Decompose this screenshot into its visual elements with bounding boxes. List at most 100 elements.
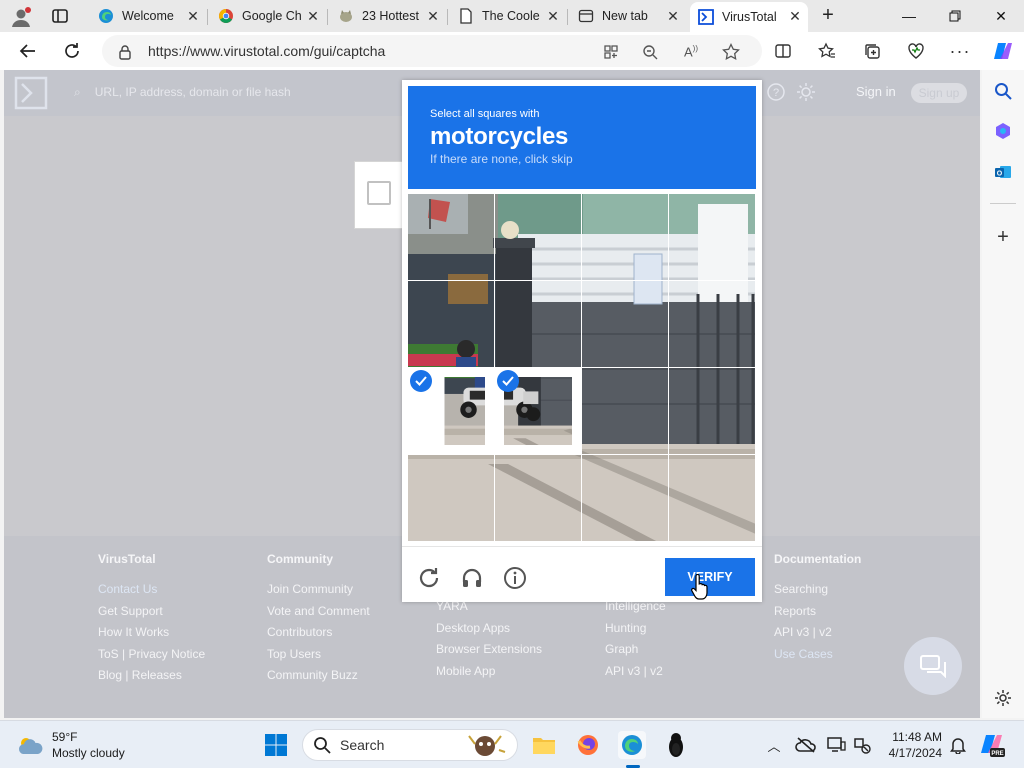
footer-link[interactable]: API v3 | v2 bbox=[605, 661, 666, 683]
footer-link[interactable]: API v3 | v2 bbox=[774, 622, 861, 644]
close-tab-icon[interactable]: ✕ bbox=[788, 9, 802, 23]
audio-challenge-icon[interactable] bbox=[459, 565, 485, 591]
close-tab-icon[interactable]: ✕ bbox=[546, 9, 560, 23]
reload-icon[interactable] bbox=[416, 565, 442, 591]
favorite-star-icon[interactable] bbox=[720, 41, 742, 63]
refresh-button[interactable] bbox=[57, 36, 87, 66]
show-hidden-icons-chevron-up-icon[interactable]: ︿ bbox=[760, 731, 788, 759]
footer-link[interactable]: Community Buzz bbox=[267, 665, 370, 687]
more-options-icon[interactable]: ··· bbox=[945, 36, 975, 66]
captcha-tile[interactable] bbox=[495, 281, 581, 367]
footer-link[interactable]: Blog | Releases bbox=[98, 665, 205, 687]
captcha-tile[interactable] bbox=[495, 194, 581, 280]
chat-button[interactable] bbox=[904, 637, 962, 695]
footer-link[interactable]: Hunting bbox=[605, 618, 666, 640]
captcha-tile[interactable] bbox=[669, 368, 755, 454]
onedrive-offline-icon[interactable] bbox=[792, 731, 820, 759]
captcha-tile[interactable] bbox=[582, 455, 668, 541]
system-clock[interactable]: 11:48 AM 4/17/2024 bbox=[880, 729, 942, 761]
file-explorer-icon[interactable] bbox=[530, 731, 558, 759]
tab-new-tab[interactable]: New tab ✕ bbox=[570, 2, 686, 30]
close-tab-icon[interactable]: ✕ bbox=[306, 9, 320, 23]
footer-link[interactable]: ToS | Privacy Notice bbox=[98, 644, 205, 666]
collections-icon[interactable] bbox=[857, 36, 887, 66]
footer-link[interactable]: Vote and Comment bbox=[267, 601, 370, 623]
windows-taskbar: 59°F Mostly cloudy Search ︿ 11:48 AM 4/1… bbox=[0, 720, 1024, 768]
captcha-checkbox[interactable] bbox=[367, 181, 391, 205]
captcha-tile[interactable] bbox=[669, 194, 755, 280]
footer-link[interactable]: Searching bbox=[774, 579, 861, 601]
footer-link[interactable]: Reports bbox=[774, 601, 861, 623]
help-icon[interactable]: ? bbox=[766, 82, 786, 102]
captcha-tile[interactable] bbox=[408, 455, 494, 541]
tab-actions-icon[interactable] bbox=[50, 7, 70, 25]
copilot-icon[interactable] bbox=[988, 36, 1018, 66]
tab-23-hottest[interactable]: 23 Hottest ✕ bbox=[330, 2, 446, 30]
captcha-tile[interactable] bbox=[495, 368, 581, 454]
footer-link[interactable]: Contributors bbox=[267, 622, 370, 644]
back-button[interactable] bbox=[13, 36, 43, 66]
start-button[interactable] bbox=[262, 731, 290, 759]
close-window-button[interactable]: ✕ bbox=[978, 0, 1024, 32]
footer-link[interactable]: Join Community bbox=[267, 579, 370, 601]
close-tab-icon[interactable]: ✕ bbox=[426, 9, 440, 23]
lock-icon[interactable] bbox=[114, 41, 136, 63]
firefox-icon[interactable] bbox=[574, 731, 602, 759]
taskbar-search[interactable]: Search bbox=[302, 729, 518, 761]
outlook-icon[interactable]: O bbox=[992, 161, 1014, 183]
app-available-icon[interactable] bbox=[600, 41, 622, 63]
minimize-button[interactable]: — bbox=[886, 0, 932, 32]
copilot-sidebar-icon[interactable] bbox=[992, 120, 1014, 142]
read-aloud-icon[interactable]: A)) bbox=[680, 41, 702, 63]
zoom-icon[interactable] bbox=[639, 41, 661, 63]
captcha-tile[interactable] bbox=[495, 455, 581, 541]
add-sidebar-app-icon[interactable]: + bbox=[992, 226, 1014, 248]
sign-up-button[interactable]: Sign up bbox=[911, 83, 967, 103]
edge-taskbar-icon[interactable] bbox=[618, 731, 646, 759]
tab-the-coolest[interactable]: The Coole ✕ bbox=[450, 2, 566, 30]
footer-link[interactable]: Get Support bbox=[98, 601, 205, 623]
captcha-tile[interactable] bbox=[582, 368, 668, 454]
tab-google-chrome[interactable]: Google Ch ✕ bbox=[210, 2, 326, 30]
captcha-tile[interactable] bbox=[582, 281, 668, 367]
browser-essentials-icon[interactable] bbox=[901, 36, 931, 66]
sidebar-settings-icon[interactable] bbox=[992, 687, 1014, 709]
penguin-app-icon[interactable] bbox=[662, 731, 690, 759]
restore-button[interactable] bbox=[932, 0, 978, 32]
captcha-tile[interactable] bbox=[408, 194, 494, 280]
profile-icon[interactable] bbox=[10, 6, 32, 28]
virustotal-search-input[interactable]: ⌕ URL, IP address, domain or file hash bbox=[62, 78, 372, 106]
footer-link[interactable]: Use Cases bbox=[774, 644, 861, 666]
favorites-icon[interactable] bbox=[812, 36, 842, 66]
tab-virustotal[interactable]: VirusTotal ✕ bbox=[690, 2, 808, 32]
split-screen-icon[interactable] bbox=[768, 36, 798, 66]
search-icon[interactable] bbox=[992, 80, 1014, 102]
footer-link[interactable]: How It Works bbox=[98, 622, 205, 644]
close-tab-icon[interactable]: ✕ bbox=[186, 9, 200, 23]
url-field[interactable]: https://www.virustotal.com/gui/captcha A… bbox=[102, 35, 762, 67]
footer-link[interactable]: Browser Extensions bbox=[436, 639, 542, 661]
theme-sun-icon[interactable] bbox=[796, 82, 816, 102]
footer-link[interactable]: Contact Us bbox=[98, 579, 205, 601]
captcha-tile[interactable] bbox=[669, 281, 755, 367]
copilot-pre-icon[interactable]: PRE bbox=[978, 731, 1006, 759]
close-tab-icon[interactable]: ✕ bbox=[666, 9, 680, 23]
tab-welcome[interactable]: Welcome ✕ bbox=[90, 2, 206, 30]
footer-link[interactable]: Desktop Apps bbox=[436, 618, 542, 640]
captcha-tile[interactable] bbox=[669, 455, 755, 541]
new-tab-button[interactable]: + bbox=[818, 5, 838, 26]
network-disconnected-icon[interactable] bbox=[848, 731, 876, 759]
weather-widget[interactable]: 59°F Mostly cloudy bbox=[16, 729, 125, 761]
sign-in-link[interactable]: Sign in bbox=[856, 84, 896, 99]
verify-button[interactable]: VERIFY bbox=[665, 558, 755, 596]
footer-link[interactable]: Graph bbox=[605, 639, 666, 661]
notification-bell-icon[interactable] bbox=[944, 731, 972, 759]
info-icon[interactable] bbox=[502, 565, 528, 591]
captcha-tile[interactable] bbox=[408, 281, 494, 367]
captcha-tile[interactable] bbox=[582, 194, 668, 280]
display-icon[interactable] bbox=[822, 731, 850, 759]
footer-link[interactable]: Top Users bbox=[267, 644, 370, 666]
virustotal-logo-icon[interactable] bbox=[14, 76, 48, 110]
captcha-tile[interactable] bbox=[408, 368, 494, 454]
footer-link[interactable]: Mobile App bbox=[436, 661, 542, 683]
